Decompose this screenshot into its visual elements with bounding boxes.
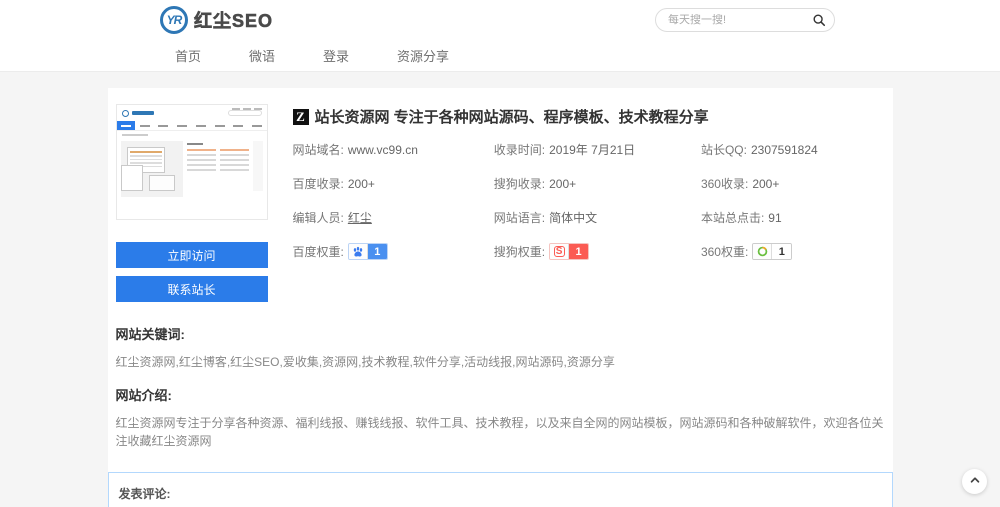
info-editor: 编辑人员:红尘	[293, 209, 494, 226]
site-favicon-icon: Z	[293, 109, 309, 125]
site-logo[interactable]: YR 红尘SEO	[160, 6, 273, 34]
sogou-weight: 搜狗权重: S 1	[494, 243, 701, 260]
search-icon[interactable]	[812, 13, 826, 27]
contact-webmaster-button[interactable]: 联系站长	[116, 276, 268, 302]
keywords-heading: 网站关键词:	[116, 324, 885, 343]
nav-item-login[interactable]: 登录	[323, 46, 349, 65]
baidu-weight-value: 1	[368, 244, 387, 259]
info-baidu-index: 百度收录:200+	[293, 175, 494, 192]
weight-360: 360权重: 1	[701, 243, 885, 260]
thumb-decor	[232, 108, 262, 110]
info-webmaster-qq: 站长QQ:2307591824	[701, 141, 885, 158]
sogou-s-icon: S	[550, 244, 569, 259]
keywords-text: 红尘资源网,红尘博客,红尘SEO,爱收集,资源网,技术教程,软件分享,活动线报,…	[116, 353, 885, 371]
nav-item-weiyu[interactable]: 微语	[249, 46, 275, 65]
listing-title: 站长资源网 专注于各种网站源码、程序模板、技术教程分享	[315, 106, 709, 127]
intro-text: 红尘资源网专注于分享各种资源、福利线报、赚钱线报、软件工具、技术教程，以及来自全…	[116, 414, 885, 450]
nav-item-home[interactable]: 首页	[175, 46, 201, 65]
sogou-weight-value: 1	[569, 244, 588, 259]
chevron-up-icon	[969, 474, 981, 489]
info-total-clicks: 本站总点击:91	[701, 209, 885, 226]
info-360-index: 360收录:200+	[701, 175, 885, 192]
info-sogou-index: 搜狗收录:200+	[494, 175, 701, 192]
baidu-paw-icon	[349, 244, 368, 259]
site-info-grid: 网站域名:www.vc99.cn 收录时间:2019年 7月21日 站长QQ:2…	[293, 141, 885, 260]
thumb-devices-image	[121, 141, 183, 197]
visit-site-button[interactable]: 立即访问	[116, 242, 268, 268]
comment-form: 发表评论: 昵称 邮件地址 (选填) 个人主页 (选填)	[108, 472, 893, 507]
sogou-weight-badge[interactable]: S 1	[549, 243, 589, 260]
360-weight-value: 1	[772, 244, 791, 259]
main-nav: 首页 微语 登录 资源分享	[0, 40, 1000, 72]
info-language: 网站语言:简体中文	[494, 209, 701, 226]
comment-form-heading: 发表评论:	[119, 485, 882, 502]
baidu-weight-badge[interactable]: 1	[348, 243, 388, 260]
info-domain: 网站域名:www.vc99.cn	[293, 141, 494, 158]
nav-item-resources[interactable]: 资源分享	[397, 46, 449, 65]
baidu-weight: 百度权重: 1	[293, 243, 494, 260]
360-weight-badge[interactable]: 1	[752, 243, 792, 260]
listing-card: 立即访问 联系站长 Z 站长资源网 专注于各种网站源码、程序模板、技术教程分享 …	[108, 88, 893, 507]
main-content: 立即访问 联系站长 Z 站长资源网 专注于各种网站源码、程序模板、技术教程分享 …	[0, 72, 1000, 507]
site-header: YR 红尘SEO	[0, 0, 1000, 40]
search-input[interactable]	[668, 14, 812, 26]
search-box[interactable]	[655, 8, 835, 32]
360-ring-icon	[753, 244, 772, 259]
editor-link[interactable]: 红尘	[348, 211, 372, 225]
logo-monogram-icon: YR	[160, 6, 188, 34]
logo-text: 红尘SEO	[194, 7, 273, 33]
intro-heading: 网站介绍:	[116, 385, 885, 404]
thumb-logo-icon	[122, 110, 129, 117]
site-thumbnail[interactable]	[116, 104, 268, 220]
scroll-to-top-button[interactable]	[962, 469, 987, 494]
listing-title-row: Z 站长资源网 专注于各种网站源码、程序模板、技术教程分享	[293, 106, 885, 127]
info-indexed-date: 收录时间:2019年 7月21日	[494, 141, 701, 158]
